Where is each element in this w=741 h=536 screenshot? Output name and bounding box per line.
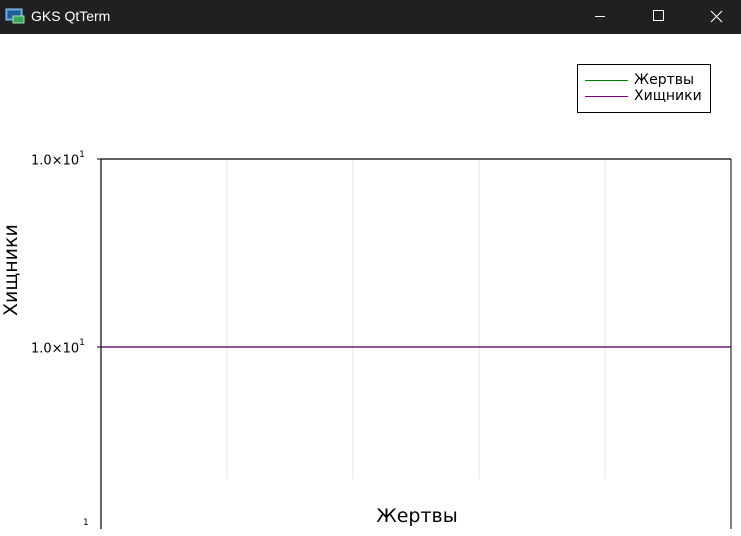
legend-item: Хищники [578,88,710,104]
legend-item: Жертвы [578,72,710,88]
window-title: GKS QtTerm [31,8,111,24]
window-titlebar: GKS QtTerm [0,0,741,34]
maximize-button[interactable] [629,0,687,34]
close-button[interactable] [687,0,741,34]
x-axis-label: Жертвы [376,505,458,527]
y-axis-label: Хищники [0,224,22,316]
legend-label: Жертвы [634,72,695,88]
plot-canvas: 1.0×101 1.0×101 1 Хищники Жертвы Жертвы … [0,34,741,529]
legend-label: Хищники [634,88,702,104]
legend-swatch [585,96,628,97]
y-tick-label: 1 [83,518,89,528]
minimize-button[interactable] [571,0,629,34]
maximize-icon [653,10,664,21]
chart-legend: Жертвы Хищники [577,64,711,113]
y-tick-label: 1.0×101 [31,338,85,357]
close-icon [710,10,723,23]
legend-swatch [585,80,628,81]
minimize-icon [595,16,605,17]
y-tick-label: 1.0×101 [31,150,85,169]
gks-qtterm-app-icon [5,7,25,25]
